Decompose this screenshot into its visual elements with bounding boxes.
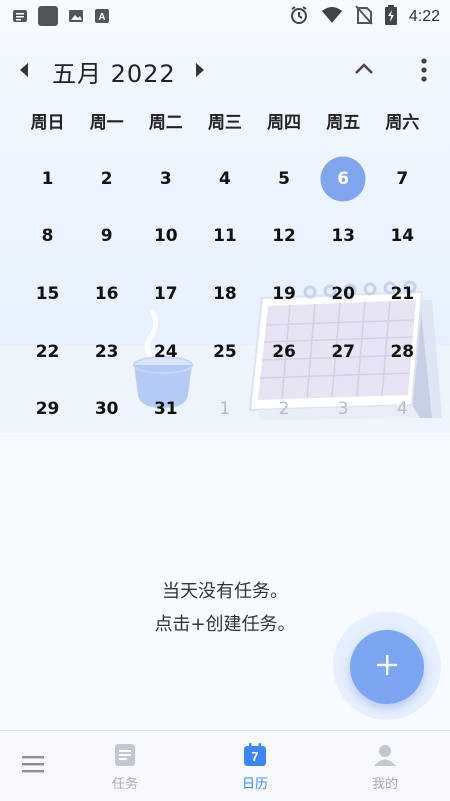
day-cell[interactable]: 27 (314, 323, 373, 381)
weekday-label: 周六 (385, 113, 420, 133)
weekday-label: 周二 (148, 113, 183, 133)
chevron-up-icon[interactable] (352, 58, 376, 82)
day-cell[interactable]: 18 (195, 265, 254, 323)
week-row: 15 16 17 18 19 20 21 (18, 265, 432, 323)
day-cell[interactable]: 3 (136, 150, 195, 208)
battery-charging-icon (384, 5, 397, 29)
weekday-header: 周日 周一 周二 周三 周四 周五 周六 (18, 108, 432, 133)
week-row: 1 2 3 4 5 6 7 (18, 150, 432, 208)
day-cell[interactable]: 4 (195, 150, 254, 208)
day-cell[interactable]: 20 (314, 265, 373, 323)
day-cell[interactable]: 28 (373, 323, 432, 381)
status-time: 4:22 (408, 8, 440, 25)
tab-tasks[interactable]: 任务 (90, 743, 160, 792)
tab-calendar[interactable]: 7 日历 (220, 743, 290, 792)
bottom-navigation: 任务 7 日历 我的 (0, 730, 450, 801)
day-cell[interactable]: 29 (18, 380, 77, 438)
day-cell[interactable]: 13 (314, 208, 373, 266)
day-cell[interactable]: 24 (136, 323, 195, 381)
day-cell[interactable]: 19 (255, 265, 314, 323)
month-title[interactable]: 五月 2022 (52, 54, 176, 89)
day-cell[interactable]: 26 (255, 323, 314, 381)
day-cell[interactable]: 23 (77, 323, 136, 381)
day-cell[interactable]: 16 (77, 265, 136, 323)
day-cell[interactable]: 22 (18, 323, 77, 381)
date-grid: 1 2 3 4 5 6 7 8 9 10 11 12 13 14 15 16 1… (18, 150, 432, 438)
notes-icon (12, 8, 28, 28)
no-sim-icon (355, 5, 373, 29)
status-bar: A 4:22 (0, 0, 450, 32)
alarm-icon (289, 5, 309, 29)
day-cell[interactable]: 8 (18, 208, 77, 266)
day-cell[interactable]: 30 (77, 380, 136, 438)
day-cell-next-month[interactable]: 4 (373, 380, 432, 438)
day-cell-next-month[interactable]: 3 (314, 380, 373, 438)
plus-icon (376, 654, 398, 680)
svg-text:A: A (98, 12, 105, 23)
app-square-icon (38, 6, 58, 30)
weekday-label: 周三 (207, 113, 242, 133)
triangle-right-icon[interactable] (190, 60, 210, 84)
weekday-label: 周五 (326, 113, 361, 133)
day-cell[interactable]: 31 (136, 380, 195, 438)
calendar-icon: 7 (243, 743, 267, 767)
weekday-label: 周四 (267, 113, 302, 133)
day-cell-next-month[interactable]: 1 (195, 380, 254, 438)
font-icon: A (94, 8, 110, 28)
tab-mine-label: 我的 (371, 777, 398, 792)
add-task-button[interactable] (350, 630, 424, 704)
tasks-icon (114, 744, 136, 771)
day-cell-selected[interactable]: 6 (314, 150, 373, 208)
weekday-label: 周一 (89, 113, 124, 133)
day-cell[interactable]: 10 (136, 208, 195, 266)
day-cell[interactable]: 1 (18, 150, 77, 208)
wifi-icon (321, 6, 343, 28)
tab-calendar-label: 日历 (241, 777, 268, 792)
day-cell[interactable]: 5 (255, 150, 314, 208)
day-cell[interactable]: 25 (195, 323, 254, 381)
day-cell[interactable]: 12 (255, 208, 314, 266)
day-cell[interactable]: 2 (77, 150, 136, 208)
menu-icon[interactable] (20, 753, 46, 779)
week-row: 22 23 24 25 26 27 28 (18, 323, 432, 381)
day-cell[interactable]: 14 (373, 208, 432, 266)
week-row: 8 9 10 11 12 13 14 (18, 208, 432, 266)
day-cell[interactable]: 7 (373, 150, 432, 208)
tab-mine[interactable]: 我的 (350, 743, 420, 792)
empty-state-line-1: 当天没有任务。 (162, 581, 288, 602)
tab-tasks-label: 任务 (111, 777, 138, 792)
calendar-header: 五月 2022 (0, 48, 450, 94)
day-cell[interactable]: 21 (373, 265, 432, 323)
profile-icon (373, 745, 397, 771)
day-cell[interactable]: 9 (77, 208, 136, 266)
day-cell[interactable]: 15 (18, 265, 77, 323)
triangle-left-icon[interactable] (14, 60, 34, 84)
day-cell[interactable]: 17 (136, 265, 195, 323)
more-vert-icon[interactable] (418, 58, 430, 86)
calendar-icon-day: 7 (251, 749, 259, 764)
weekday-label: 周日 (30, 113, 65, 133)
image-icon (68, 8, 84, 28)
day-cell[interactable]: 11 (195, 208, 254, 266)
day-cell-next-month[interactable]: 2 (255, 380, 314, 438)
week-row: 29 30 31 1 2 3 4 (18, 380, 432, 438)
